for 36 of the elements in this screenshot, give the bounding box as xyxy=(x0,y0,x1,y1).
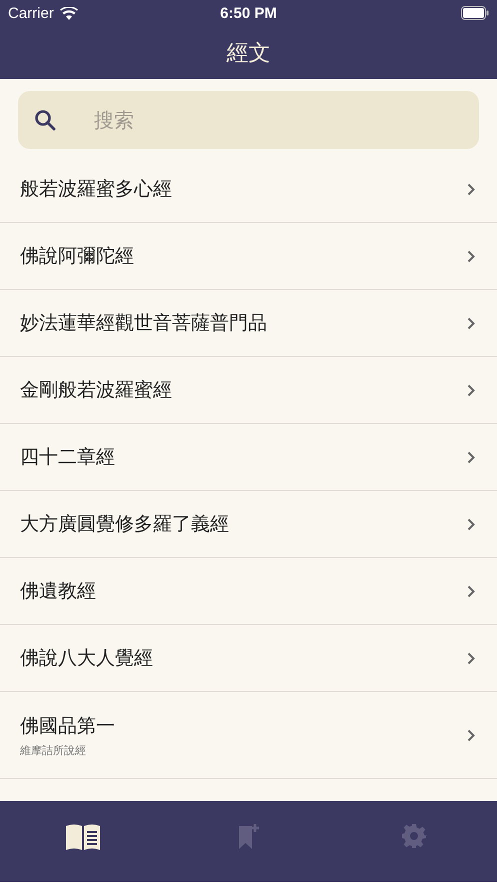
list-row[interactable]: 佛說阿彌陀經 xyxy=(0,223,497,290)
search-field[interactable]: 搜索 xyxy=(92,107,463,133)
row-title: 四十二章經 xyxy=(20,445,116,470)
chevron-icon xyxy=(467,584,475,598)
chevron-icon xyxy=(467,316,475,330)
chevron-icon xyxy=(467,652,475,664)
list-row[interactable]: 佛說八大人覺經 xyxy=(0,625,497,692)
row-title: 妙法蓮華經觀世音菩薩普門品 xyxy=(20,311,268,336)
list-row[interactable]: 妙法蓮華經觀世音菩薩普門品 xyxy=(0,290,497,357)
row-subtitle: 維摩詰所說經 xyxy=(20,742,87,758)
chevron-icon xyxy=(467,728,475,742)
row-title: 般若波羅蜜多心經 xyxy=(20,177,173,202)
row-title: 大方廣圓覺修多羅了義經 xyxy=(20,512,230,537)
status-time: 6:50 PM xyxy=(220,4,277,22)
row-title: 佛遺教經 xyxy=(20,579,97,604)
row-title: 佛國品第一 xyxy=(20,714,116,738)
carrier-label: Carrier xyxy=(8,4,54,22)
chevron-icon xyxy=(467,250,475,262)
wifi-icon xyxy=(60,6,78,20)
list-row[interactable]: 大方廣圓覺修多羅了義經 xyxy=(0,491,497,558)
list-row[interactable]: 佛國品第一 維摩詰所說經 xyxy=(0,692,497,779)
chevron-icon xyxy=(467,384,475,396)
list-row[interactable]: 金剛般若波羅蜜經 xyxy=(0,357,497,424)
nav-title: 經文 xyxy=(226,40,270,68)
row-title: 佛說阿彌陀經 xyxy=(20,244,135,269)
row-title: 佛說八大人覺經 xyxy=(20,646,154,671)
search-bar[interactable]: 搜索 xyxy=(18,91,479,149)
battery-icon xyxy=(461,6,489,20)
list-row[interactable]: 佛遺教經 xyxy=(0,558,497,625)
list-row[interactable]: 四十二章經 xyxy=(0,424,497,491)
search-icon xyxy=(34,109,56,131)
chevron-icon xyxy=(467,450,475,464)
list-row[interactable]: 般若波羅蜜多心經 xyxy=(0,156,497,223)
row-title: 金剛般若波羅蜜經 xyxy=(20,378,173,403)
chevron-icon xyxy=(467,182,475,196)
chevron-icon xyxy=(467,518,475,530)
